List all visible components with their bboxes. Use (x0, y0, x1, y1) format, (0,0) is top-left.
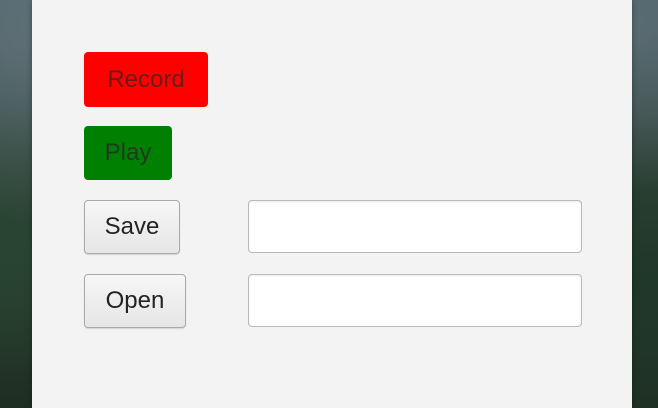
open-button[interactable]: Open (84, 274, 186, 328)
save-button[interactable]: Save (84, 200, 180, 254)
save-path-field[interactable] (248, 200, 582, 253)
open-path-field[interactable] (248, 274, 582, 327)
play-button[interactable]: Play (84, 126, 172, 180)
record-button[interactable]: Record (84, 52, 208, 107)
app-window: Record Play Save Open (32, 0, 632, 408)
